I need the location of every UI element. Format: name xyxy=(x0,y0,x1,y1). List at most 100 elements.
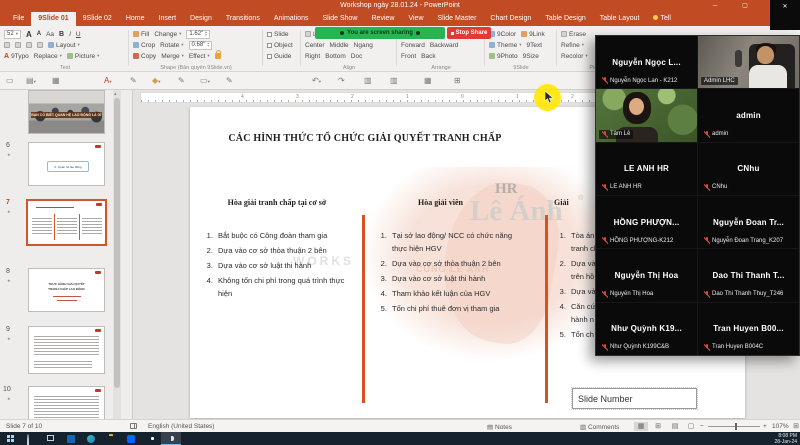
shrink-font-button[interactable]: A xyxy=(37,31,41,37)
layout-gallery-icon[interactable]: ▤▾ xyxy=(26,76,36,87)
tab-home[interactable]: Home xyxy=(119,12,152,26)
slide-number-placeholder[interactable]: Slide Number xyxy=(572,388,697,409)
insert-table-icon[interactable]: ⊞ xyxy=(454,76,461,86)
replace-button[interactable]: Replace▾ xyxy=(34,53,62,60)
participant-tile[interactable]: Nguyễn Đoan Tr... Nguyễn Đoan Trang_K207 xyxy=(698,196,799,248)
thumbnail-slide-9[interactable] xyxy=(28,326,105,374)
reset-slide-icon[interactable]: ▦ xyxy=(52,76,60,86)
change-shape-button[interactable]: Change▾ xyxy=(154,31,181,38)
align-center-icon[interactable] xyxy=(15,42,21,48)
normal-view-icon[interactable]: ▦ xyxy=(634,422,648,431)
slide-title[interactable]: CÁC HÌNH THỨC TỔ CHỨC GIẢI QUYẾT TRANH C… xyxy=(215,133,515,144)
9photo-button[interactable]: 9Photo xyxy=(489,53,518,60)
notes-button[interactable]: ▤ Notes xyxy=(487,423,512,431)
send-back-button[interactable]: Back xyxy=(421,53,435,60)
align-right-button[interactable]: Right xyxy=(305,53,320,60)
participant-tile[interactable]: LE ANH HR LE ANH HR xyxy=(596,143,697,195)
search-icon[interactable] xyxy=(27,434,29,445)
tab-review[interactable]: Review xyxy=(365,12,402,26)
save-icon[interactable]: ▥ xyxy=(364,76,372,86)
edge-browser-icon[interactable] xyxy=(87,435,95,443)
tab-9slide-01[interactable]: 9Slide 01 xyxy=(31,12,75,26)
insert-picture-icon[interactable]: ▦ xyxy=(424,76,432,86)
taskbar-clock[interactable]: 8:08 PM 28-Jan-24 xyxy=(774,433,797,445)
tab-chart-design[interactable]: Chart Design xyxy=(483,12,538,26)
tab-file[interactable]: File xyxy=(6,12,31,26)
participant-tile[interactable]: Dao Thi Thanh T... Dao Thi Thanh Thuy_T2… xyxy=(698,249,799,301)
align-left-icon[interactable] xyxy=(4,42,10,48)
participant-tile[interactable]: HỒNG PHƯỢN... HỒNG PHƯỢNG-K212 xyxy=(596,196,697,248)
theme-button[interactable]: Theme▾ xyxy=(489,42,522,49)
shape-fill-icon[interactable]: ◆▾ xyxy=(152,76,160,87)
column2-header[interactable]: Hòa giải viên xyxy=(368,198,513,207)
thumbnail-slide-5[interactable]: BẠN CÓ BIẾT QUAN HỆ LAO ĐỘNG LÀ GÌ?? xyxy=(28,90,105,134)
rotate-button[interactable]: Rotate▾ xyxy=(160,42,183,49)
crop-button[interactable]: Crop xyxy=(133,42,155,49)
grow-font-button[interactable]: A xyxy=(26,30,32,39)
effect-button[interactable]: Effect▾ xyxy=(189,53,210,60)
bold-button[interactable]: B xyxy=(59,31,64,38)
font-size-combo[interactable]: 52▾ xyxy=(4,30,21,39)
font-color-icon[interactable]: A▾ xyxy=(104,76,112,87)
minimize-button[interactable]: ─ xyxy=(706,0,724,12)
align-right-icon[interactable] xyxy=(26,42,32,48)
zoom-in-button[interactable]: + xyxy=(763,423,767,430)
9size-button[interactable]: 9Size xyxy=(523,53,539,60)
language-indicator[interactable]: English (United States) xyxy=(148,423,214,430)
participant-tile[interactable]: Nguyễn Thị Hoa Nguyễn Thị Hoa xyxy=(596,249,697,301)
align-center-button[interactable]: Center xyxy=(305,42,325,49)
merge-button[interactable]: Merge▾ xyxy=(161,53,184,60)
tab-transitions[interactable]: Transitions xyxy=(219,12,267,26)
9link-button[interactable]: 9Link xyxy=(521,31,545,38)
column3-header[interactable]: Giải xyxy=(554,198,569,207)
participant-tile[interactable]: CNhu CNhu xyxy=(698,143,799,195)
align-doc-button[interactable]: Doc xyxy=(351,53,363,60)
zoom-percentage[interactable]: 107% xyxy=(772,423,789,430)
outlook-icon[interactable] xyxy=(67,435,75,443)
proofing-icon[interactable] xyxy=(130,423,137,429)
thumbnail-scrollbar-thumb[interactable] xyxy=(114,98,120,388)
restore-button[interactable]: ▢ xyxy=(736,0,754,12)
participant-tile[interactable]: Nguyễn Ngọc L... Nguyễn Ngọc Lan - K212 xyxy=(596,36,697,88)
copy-button[interactable]: Copy xyxy=(133,53,156,60)
tab-design[interactable]: Design xyxy=(183,12,219,26)
tab-insert[interactable]: Insert xyxy=(152,12,184,26)
9typo-button[interactable]: A9Typo xyxy=(4,53,29,60)
save-as-icon[interactable]: ▥ xyxy=(390,76,398,86)
shape-height-spinner[interactable]: 0.68"▴▾ xyxy=(189,41,213,50)
bullet-list-icon[interactable] xyxy=(37,42,43,48)
column1-list[interactable]: Bắt buộc có Công đoàn tham gia Dựa vào c… xyxy=(200,229,352,302)
tab-animations[interactable]: Animations xyxy=(267,12,316,26)
align-bottom-button[interactable]: Bottom xyxy=(325,53,346,60)
zoom-out-button[interactable]: − xyxy=(700,423,704,430)
new-slide-icon[interactable]: ▭ xyxy=(6,76,14,86)
column2-list[interactable]: Tại sở lao động/ NCC có chức năng thực h… xyxy=(374,229,526,317)
tab-9slide-02[interactable]: 9Slide 02 xyxy=(76,12,119,26)
reading-view-icon[interactable]: ▤ xyxy=(668,422,682,431)
picture-button[interactable]: Picture▾ xyxy=(67,53,100,60)
erase-button[interactable]: Erase xyxy=(561,31,586,38)
thumbnail-slide-7-selected[interactable] xyxy=(26,199,107,246)
redo-icon[interactable]: ↷ xyxy=(338,76,345,86)
task-view-icon[interactable] xyxy=(47,435,54,441)
zoom-slider[interactable] xyxy=(708,426,760,427)
tab-table-layout[interactable]: Table Layout xyxy=(593,12,647,26)
bring-forward-button[interactable]: Forward xyxy=(401,42,425,49)
slideshow-view-icon[interactable]: ▢ xyxy=(684,422,698,431)
layout-button[interactable]: Layout▾ xyxy=(48,42,80,49)
object-checkbox[interactable]: Object xyxy=(267,42,293,49)
change-case-button[interactable]: Aa xyxy=(46,31,54,38)
refine-button[interactable]: Refine▾ xyxy=(561,42,584,49)
eyedropper-icon[interactable]: ✎ xyxy=(130,76,137,86)
recolor-button[interactable]: Recolor▾ xyxy=(561,53,588,60)
underline-button[interactable]: U xyxy=(76,31,81,38)
pencil-icon[interactable]: ✎ xyxy=(226,76,233,86)
scroll-up-icon[interactable]: ▴ xyxy=(114,91,117,97)
undo-icon[interactable]: ↶▾ xyxy=(312,76,321,87)
9text-button[interactable]: 9Text xyxy=(527,42,543,49)
close-icon[interactable]: ✕ xyxy=(782,4,787,10)
tab-slide-show[interactable]: Slide Show xyxy=(315,12,364,26)
participant-tile[interactable]: Tran Huyen B00... Tran Huyen B004C xyxy=(698,303,799,355)
column1-header[interactable]: Hòa giải tranh chấp tại cơ sở xyxy=(202,198,352,207)
tab-view[interactable]: View xyxy=(401,12,430,26)
